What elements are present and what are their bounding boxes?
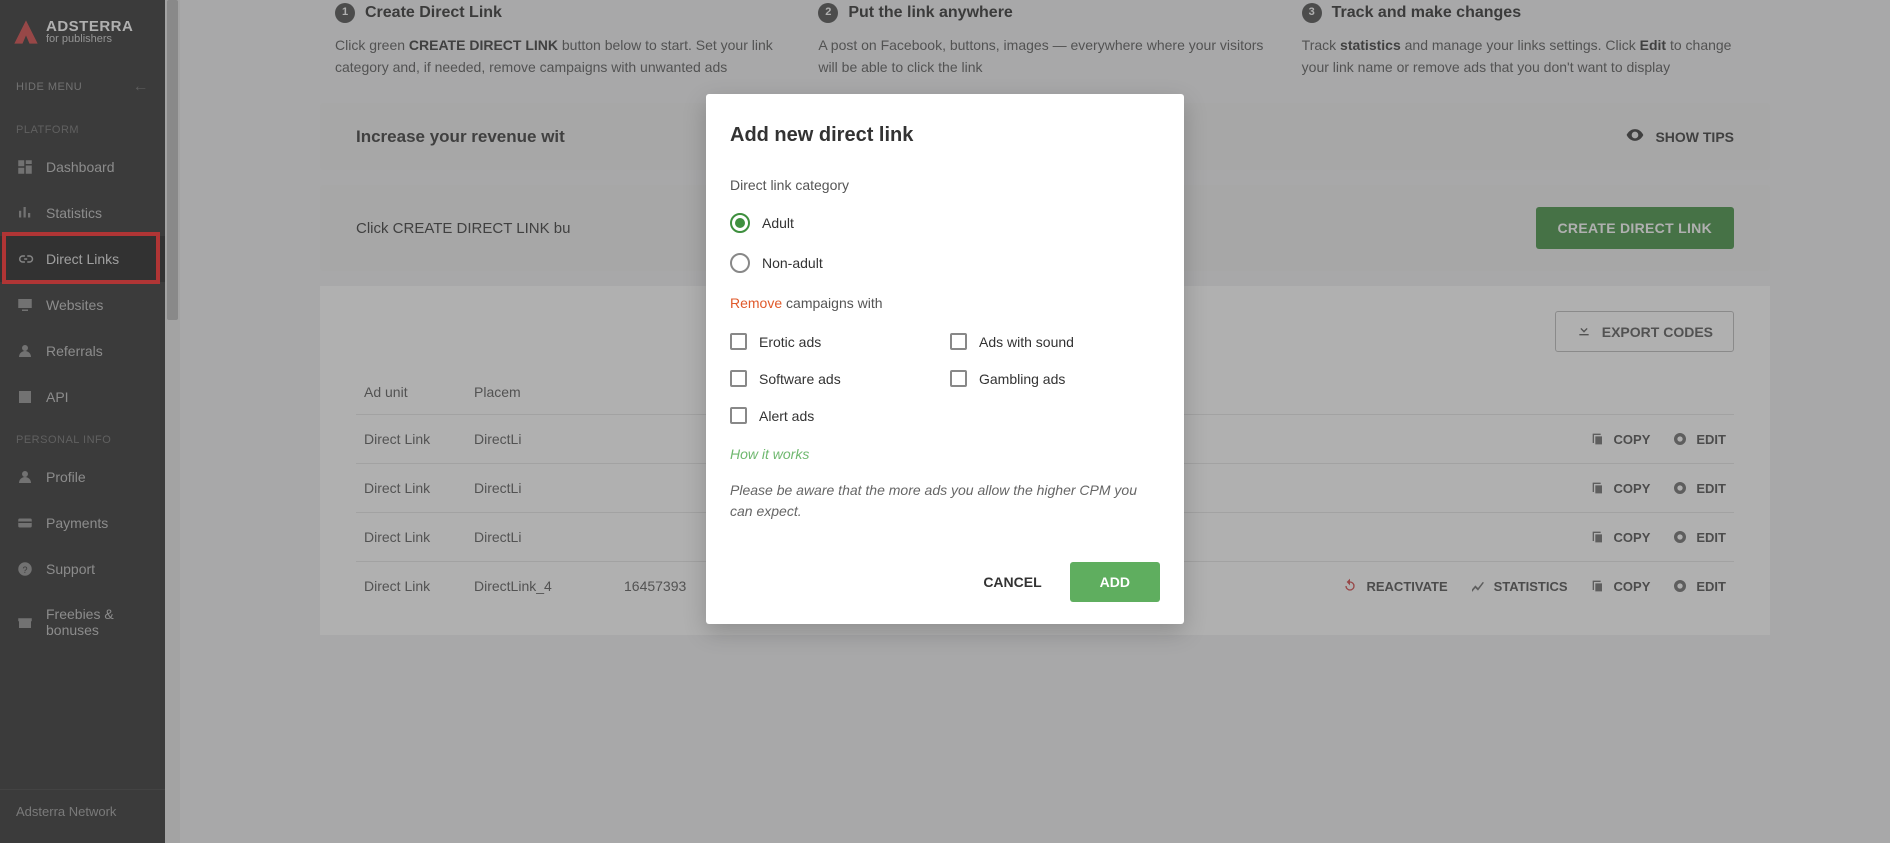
- radio-icon: [730, 213, 750, 233]
- modal-title: Add new direct link: [730, 124, 1160, 147]
- add-direct-link-modal: Add new direct link Direct link category…: [706, 94, 1184, 624]
- check-alert[interactable]: Alert ads: [730, 407, 940, 424]
- checkbox-icon: [730, 407, 747, 424]
- check-sound[interactable]: Ads with sound: [950, 333, 1160, 350]
- remove-campaigns-label: Remove campaigns with: [730, 295, 1160, 311]
- check-software[interactable]: Software ads: [730, 370, 940, 387]
- radio-icon: [730, 253, 750, 273]
- checkbox-icon: [950, 370, 967, 387]
- check-gambling[interactable]: Gambling ads: [950, 370, 1160, 387]
- check-erotic[interactable]: Erotic ads: [730, 333, 940, 350]
- how-it-works-link[interactable]: How it works: [730, 446, 1160, 462]
- checkbox-icon: [730, 333, 747, 350]
- category-label: Direct link category: [730, 177, 1160, 193]
- checkbox-icon: [730, 370, 747, 387]
- cancel-button[interactable]: CANCEL: [965, 562, 1059, 602]
- add-button[interactable]: ADD: [1070, 562, 1160, 602]
- cpm-note: Please be aware that the more ads you al…: [730, 480, 1160, 522]
- radio-non-adult[interactable]: Non-adult: [730, 253, 1160, 273]
- radio-adult[interactable]: Adult: [730, 213, 1160, 233]
- checkbox-icon: [950, 333, 967, 350]
- modal-overlay[interactable]: Add new direct link Direct link category…: [0, 0, 1890, 843]
